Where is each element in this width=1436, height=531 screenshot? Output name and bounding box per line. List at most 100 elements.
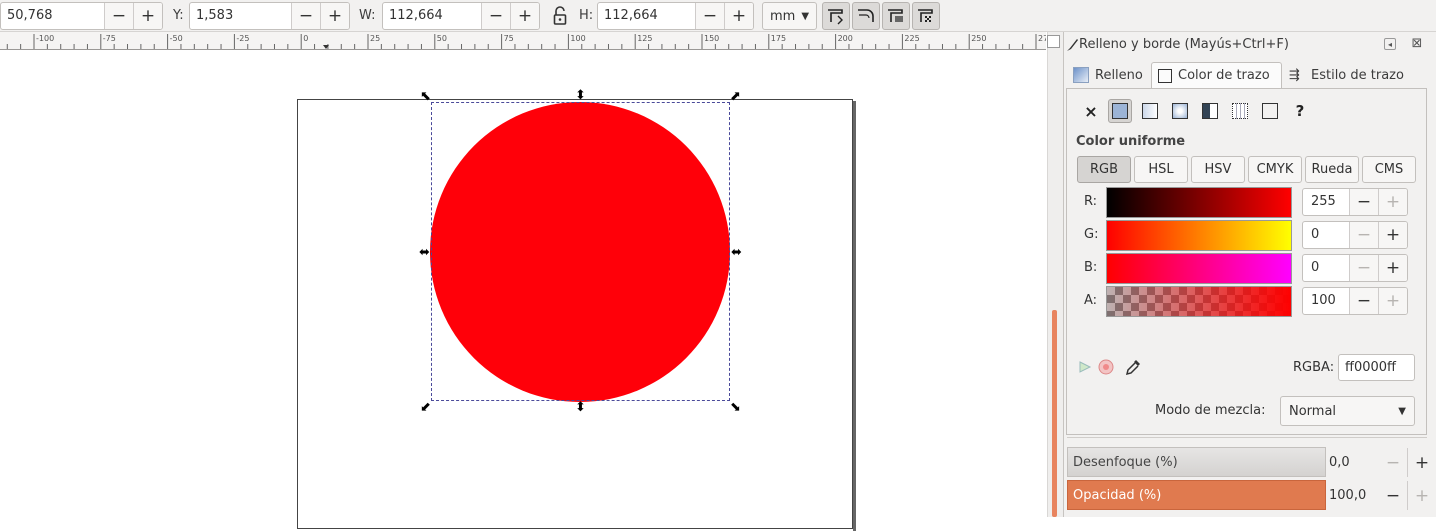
- tab-stroke-style[interactable]: ⇶ Estilo de trazo: [1286, 62, 1416, 88]
- mode-rgb-button[interactable]: RGB: [1077, 156, 1131, 183]
- resize-handle-bottom[interactable]: ⬍: [574, 401, 587, 414]
- alpha-slider[interactable]: [1106, 286, 1292, 317]
- ruler-label: -50: [170, 34, 183, 43]
- w-label: W:: [359, 8, 376, 23]
- x-value[interactable]: 50,768: [1, 3, 104, 29]
- ruler-label: 75: [504, 34, 514, 43]
- tab-stroke-paint[interactable]: Color de trazo: [1151, 62, 1282, 88]
- mode-wheel-button[interactable]: Rueda: [1305, 156, 1359, 183]
- swatch-icon[interactable]: [1228, 99, 1252, 123]
- resize-handle-top-left[interactable]: ⬉: [419, 90, 432, 103]
- unset-icon[interactable]: ?: [1288, 99, 1312, 123]
- h-value[interactable]: 112,664: [598, 3, 695, 29]
- red-spinbox[interactable]: 255 − +: [1302, 188, 1408, 216]
- iconify-panel-icon[interactable]: ◂: [1384, 38, 1396, 50]
- opacity-spinbox[interactable]: 100,0 − +: [1328, 481, 1436, 510]
- ruler-label: 150: [704, 34, 719, 43]
- y-decrement-button[interactable]: −: [291, 3, 320, 29]
- green-increment-button[interactable]: +: [1378, 222, 1407, 248]
- blue-value[interactable]: 0: [1303, 255, 1349, 281]
- blur-decrement-button[interactable]: −: [1379, 448, 1407, 477]
- opacity-increment-button[interactable]: +: [1407, 481, 1436, 510]
- y-coordinate-field[interactable]: 1,583 − +: [189, 2, 350, 30]
- lock-icon[interactable]: [552, 6, 568, 26]
- blue-slider[interactable]: [1106, 253, 1292, 284]
- h-decrement-button[interactable]: −: [695, 3, 724, 29]
- mode-cms-button[interactable]: CMS: [1362, 156, 1416, 183]
- scale-stroke-toggle[interactable]: [822, 2, 850, 30]
- resize-handle-left[interactable]: ⬌: [418, 246, 431, 259]
- green-value[interactable]: 0: [1303, 222, 1349, 248]
- move-gradients-toggle[interactable]: [882, 2, 910, 30]
- height-field[interactable]: 112,664 − +: [597, 2, 754, 30]
- green-spinbox[interactable]: 0 − +: [1302, 221, 1408, 249]
- blue-decrement-button[interactable]: −: [1349, 255, 1378, 281]
- unit-select[interactable]: mm ▼: [762, 2, 817, 30]
- divider: [1067, 437, 1427, 438]
- horizontal-ruler[interactable]: -100 -75 -50 -25 0 25 50 75 100 125 150 175 200 225 25…: [0, 32, 1046, 50]
- blur-slider[interactable]: Desenfoque (%): [1067, 447, 1326, 477]
- red-decrement-button[interactable]: −: [1349, 189, 1378, 215]
- ruler-label: -75: [103, 34, 116, 43]
- pattern-icon[interactable]: [1198, 99, 1222, 123]
- w-increment-button[interactable]: +: [510, 3, 539, 29]
- x-coordinate-field[interactable]: 50,768 − +: [0, 2, 163, 30]
- opacity-slider[interactable]: Opacidad (%): [1067, 480, 1326, 510]
- w-decrement-button[interactable]: −: [481, 3, 510, 29]
- none-icon[interactable]: ×: [1079, 99, 1103, 123]
- red-increment-button[interactable]: +: [1378, 189, 1407, 215]
- h-increment-button[interactable]: +: [724, 3, 753, 29]
- blue-channel-label: B:: [1084, 260, 1098, 275]
- y-value[interactable]: 1,583: [190, 3, 291, 29]
- zoom-corner-icon[interactable]: [1047, 35, 1060, 48]
- w-value[interactable]: 112,664: [383, 3, 481, 29]
- resize-handle-bottom-left[interactable]: ⬋: [419, 401, 432, 414]
- resize-handle-top-right[interactable]: ⬈: [729, 90, 742, 103]
- alpha-channel-label: A:: [1084, 293, 1098, 308]
- blue-spinbox[interactable]: 0 − +: [1302, 254, 1408, 282]
- x-increment-button[interactable]: +: [133, 3, 162, 29]
- alpha-spinbox[interactable]: 100 − +: [1302, 287, 1408, 315]
- rgba-input[interactable]: ff0000ff: [1338, 354, 1415, 381]
- unit-value: mm: [770, 8, 796, 24]
- blend-mode-label: Modo de mezcla:: [1155, 403, 1266, 418]
- x-decrement-button[interactable]: −: [104, 3, 133, 29]
- opacity-decrement-button[interactable]: −: [1379, 481, 1407, 510]
- unset-paint-icon[interactable]: [1258, 99, 1282, 123]
- close-panel-icon[interactable]: ⊠: [1410, 37, 1424, 51]
- red-slider[interactable]: [1106, 187, 1292, 218]
- blur-value[interactable]: 0,0: [1328, 448, 1379, 477]
- alpha-increment-button[interactable]: +: [1378, 288, 1407, 314]
- ruler-label: 275: [1038, 34, 1046, 43]
- flat-color-icon[interactable]: [1108, 99, 1132, 123]
- resize-handle-right[interactable]: ⬌: [730, 246, 743, 259]
- green-slider[interactable]: [1106, 220, 1292, 251]
- scale-corners-toggle[interactable]: [852, 2, 880, 30]
- blue-increment-button[interactable]: +: [1378, 255, 1407, 281]
- color-managed-icon: [1078, 360, 1092, 374]
- color-picker-icon[interactable]: [1125, 358, 1142, 376]
- stroke-style-icon: ⇶: [1289, 67, 1300, 83]
- blend-mode-select[interactable]: Normal ▼: [1280, 396, 1415, 426]
- green-channel-label: G:: [1084, 227, 1099, 242]
- tab-fill[interactable]: Relleno: [1069, 62, 1149, 88]
- mode-hsl-button[interactable]: HSL: [1134, 156, 1188, 183]
- resize-handle-bottom-right[interactable]: ⬊: [729, 401, 742, 414]
- mode-cmyk-button[interactable]: CMYK: [1248, 156, 1302, 183]
- move-patterns-toggle[interactable]: [912, 2, 940, 30]
- green-decrement-button[interactable]: −: [1349, 222, 1378, 248]
- flat-color-heading: Color uniforme: [1076, 134, 1186, 149]
- radial-gradient-icon[interactable]: [1168, 99, 1192, 123]
- opacity-value[interactable]: 100,0: [1328, 481, 1379, 510]
- y-increment-button[interactable]: +: [320, 3, 349, 29]
- alpha-value[interactable]: 100: [1303, 288, 1349, 314]
- linear-gradient-icon[interactable]: [1138, 99, 1162, 123]
- blur-increment-button[interactable]: +: [1407, 448, 1436, 477]
- red-value[interactable]: 255: [1303, 189, 1349, 215]
- alpha-decrement-button[interactable]: −: [1349, 288, 1378, 314]
- vertical-scrollbar-thumb[interactable]: [1052, 310, 1057, 517]
- width-field[interactable]: 112,664 − +: [382, 2, 540, 30]
- mode-hsv-button[interactable]: HSV: [1191, 156, 1245, 183]
- blur-spinbox[interactable]: 0,0 − +: [1328, 448, 1436, 477]
- resize-handle-top[interactable]: ⬍: [574, 89, 587, 102]
